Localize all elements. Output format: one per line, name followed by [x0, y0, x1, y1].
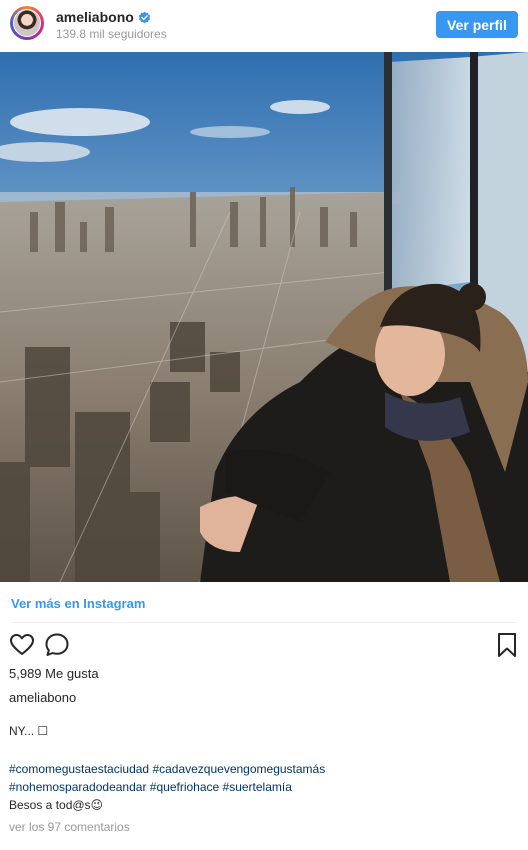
like-count[interactable]: 5,989 Me gusta — [9, 666, 99, 681]
caption-username[interactable]: ameliabono — [9, 690, 76, 705]
verified-badge-icon — [138, 11, 150, 23]
heart-icon[interactable] — [9, 632, 35, 658]
hashtag-link[interactable]: #nohemosparadodeandar — [9, 780, 146, 794]
divider — [11, 622, 517, 623]
hashtag-link[interactable]: #suertelamía — [223, 780, 292, 794]
username-row[interactable]: ameliabono — [56, 9, 151, 25]
hashtag-line: #nohemosparadodeandar #quefriohace #suer… — [9, 778, 519, 796]
hashtag-link[interactable]: #cadavezquevengomegustamás — [152, 762, 325, 776]
hashtag-link[interactable]: #quefriohace — [150, 780, 219, 794]
view-profile-button[interactable]: Ver perfil — [436, 11, 518, 38]
bookmark-icon[interactable] — [496, 632, 518, 658]
hashtag-link[interactable]: #comomegustaestaciudad — [9, 762, 149, 776]
avatar[interactable] — [10, 6, 44, 40]
view-more-on-instagram-link[interactable]: Ver más en Instagram — [11, 596, 145, 611]
avatar-photo — [13, 9, 41, 37]
username[interactable]: ameliabono — [56, 9, 134, 25]
comment-icon[interactable] — [44, 632, 70, 658]
view-comments-link[interactable]: ver los 97 comentarios — [9, 820, 130, 834]
post-photo[interactable] — [0, 52, 528, 582]
follower-count: 139.8 mil seguidores — [56, 27, 167, 41]
post-caption: NY... ☐ #comomegustaestaciudad #cadavezq… — [9, 722, 519, 814]
caption-text: Besos a tod@s😉 — [9, 798, 104, 812]
caption-text: NY... ☐ — [9, 724, 49, 738]
post-header: ameliabono 139.8 mil seguidores Ver perf… — [0, 0, 528, 50]
post-image — [0, 52, 528, 582]
hashtag-line: #comomegustaestaciudad #cadavezquevengom… — [9, 760, 519, 778]
